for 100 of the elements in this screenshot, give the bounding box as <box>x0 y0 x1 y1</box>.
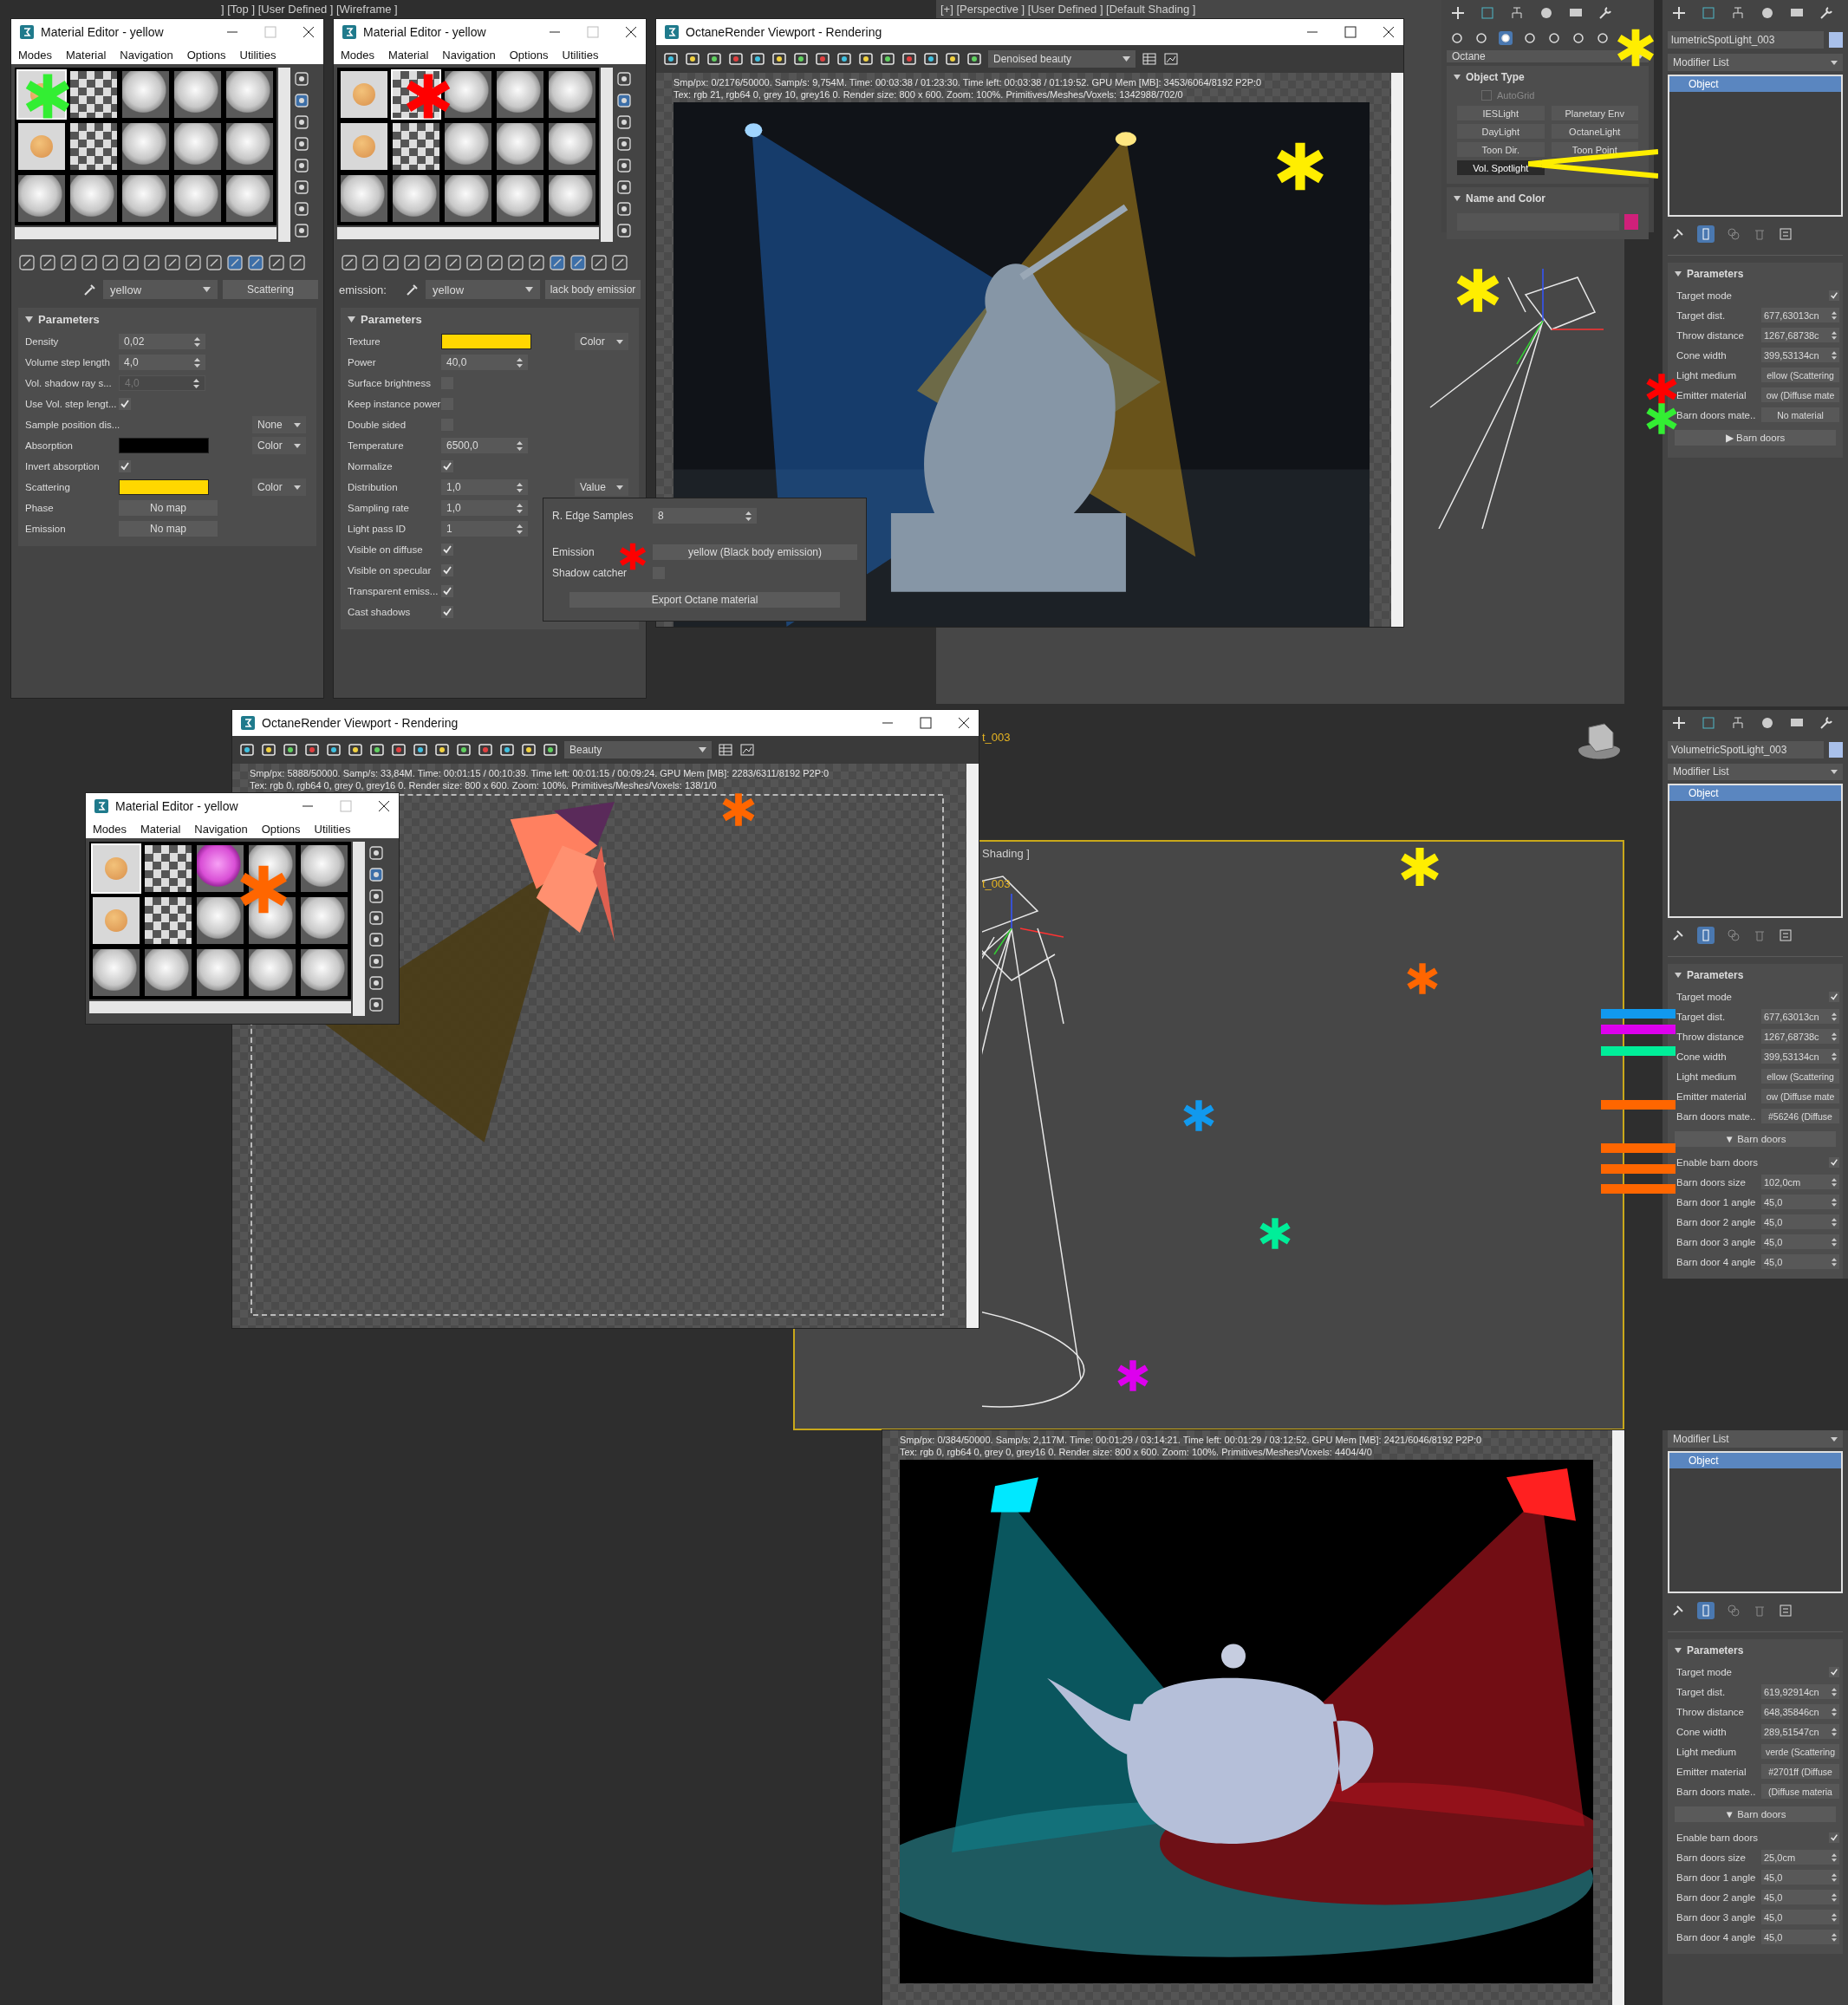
tool-icon[interactable] <box>543 742 558 758</box>
collapse-icon[interactable] <box>1675 973 1682 978</box>
checkbox[interactable] <box>1829 1156 1839 1168</box>
pin-icon[interactable] <box>1671 1604 1685 1618</box>
material-button[interactable]: (Diffuse materia <box>1761 1784 1839 1799</box>
tool-icon[interactable] <box>369 742 385 758</box>
tool-icon[interactable] <box>143 254 160 271</box>
tool-icon[interactable] <box>521 742 537 758</box>
tool-icon[interactable] <box>486 254 504 271</box>
material-slot[interactable] <box>224 121 275 172</box>
material-slot[interactable] <box>547 69 597 120</box>
material-button[interactable]: #56246 (Diffuse <box>1761 1109 1839 1123</box>
wrench-icon[interactable] <box>1819 5 1834 21</box>
tool-icon[interactable] <box>101 254 119 271</box>
circle-icon[interactable] <box>1760 715 1775 731</box>
stack-result-icon[interactable] <box>1697 1602 1715 1619</box>
hierarchy-icon[interactable] <box>1730 715 1746 731</box>
menu-item[interactable]: Modes <box>18 48 53 62</box>
tool-icon[interactable] <box>793 51 809 67</box>
spinner-field[interactable]: 677,63013cn <box>1761 308 1839 322</box>
maximize-icon[interactable] <box>1344 26 1357 38</box>
checkbox[interactable] <box>441 585 453 597</box>
scrollbar[interactable] <box>353 842 365 1016</box>
menu-item[interactable]: Material <box>140 822 181 836</box>
object-type-button[interactable]: Toon Dir. <box>1457 142 1545 157</box>
color-swatch[interactable] <box>1624 214 1638 230</box>
checkbox[interactable] <box>1481 90 1492 101</box>
material-slot[interactable] <box>120 173 171 224</box>
rollout-title[interactable]: Parameters <box>361 313 422 326</box>
modifier-list-dropdown[interactable]: Modifier List <box>1668 764 1843 780</box>
rollout-button[interactable]: ▶ Barn doors <box>1675 430 1836 446</box>
material-name-field[interactable]: yellow <box>426 280 540 299</box>
object-type-button[interactable]: DayLight <box>1457 124 1545 139</box>
spinner-field[interactable]: 45,0 <box>1761 1930 1839 1944</box>
viewport-label[interactable]: t_003 <box>982 731 1011 744</box>
color-swatch[interactable] <box>1829 32 1843 48</box>
tool-icon[interactable] <box>294 136 309 152</box>
spinner-field[interactable]: 45,0 <box>1761 1254 1839 1269</box>
spinner-field[interactable]: 45,0 <box>1761 1195 1839 1209</box>
export-button[interactable]: Export Octane material <box>569 592 840 608</box>
picture-icon[interactable] <box>1163 51 1179 67</box>
tool-icon[interactable] <box>368 867 384 882</box>
material-slot[interactable] <box>195 895 245 946</box>
collapse-icon[interactable] <box>1675 1648 1682 1653</box>
tool-icon[interactable] <box>616 93 632 108</box>
tool-icon[interactable] <box>478 742 493 758</box>
menu-item[interactable]: Options <box>261 822 301 836</box>
tool-icon[interactable] <box>880 51 895 67</box>
plus-icon[interactable] <box>1671 715 1687 731</box>
dropdown[interactable]: None <box>252 416 306 433</box>
tool-icon[interactable] <box>434 742 450 758</box>
collapse-icon[interactable] <box>1454 75 1461 80</box>
configure-icon[interactable] <box>1779 1604 1793 1618</box>
rollout-title[interactable]: Parameters <box>1687 969 1744 981</box>
tool-icon[interactable] <box>368 975 384 991</box>
tool-icon[interactable] <box>945 51 960 67</box>
tool-icon[interactable] <box>445 254 462 271</box>
tool-icon[interactable] <box>611 254 628 271</box>
spinner-field[interactable]: 25,0cm <box>1761 1850 1839 1865</box>
scrollbar[interactable] <box>337 227 599 239</box>
material-slot[interactable] <box>339 121 389 172</box>
material-button[interactable]: ellow (Scattering <box>1761 368 1839 382</box>
pin-icon[interactable] <box>1671 227 1685 241</box>
dropdown[interactable]: Color <box>252 437 306 454</box>
tool-icon[interactable] <box>750 51 765 67</box>
tool-icon[interactable] <box>205 254 223 271</box>
tool-icon[interactable] <box>923 51 939 67</box>
material-slot[interactable] <box>495 69 545 120</box>
material-type-button[interactable]: Scattering <box>223 280 318 299</box>
material-slot[interactable] <box>339 69 389 120</box>
checkbox[interactable] <box>441 460 453 472</box>
material-slot[interactable] <box>391 121 441 172</box>
material-slot[interactable] <box>16 173 67 224</box>
material-slot[interactable] <box>91 895 141 946</box>
wrench-icon[interactable] <box>1597 5 1613 21</box>
tool-icon[interactable] <box>294 179 309 195</box>
spinner-field[interactable]: 1 <box>441 521 528 537</box>
stack-item[interactable]: Object <box>1669 76 1841 92</box>
material-slot[interactable] <box>91 947 141 998</box>
viewport-label[interactable]: [+] [Perspective ] [User Defined ] [Default Shading ] <box>940 3 1196 16</box>
checkbox[interactable] <box>1829 290 1839 301</box>
checkbox[interactable] <box>1829 991 1839 1002</box>
tool-icon[interactable] <box>424 254 441 271</box>
circle-icon[interactable] <box>1760 5 1775 21</box>
tool-icon[interactable] <box>901 51 917 67</box>
material-button[interactable]: verde (Scattering <box>1761 1744 1839 1759</box>
collapse-icon[interactable] <box>1675 271 1682 277</box>
object-type-button[interactable]: Planetary Env <box>1551 106 1638 120</box>
material-button[interactable]: #2701ff (Diffuse <box>1761 1764 1839 1779</box>
spinner-field[interactable]: 619,92914cn <box>1761 1684 1839 1699</box>
plus-icon[interactable] <box>1671 5 1687 21</box>
spinner-field[interactable]: 45,0 <box>1761 1910 1839 1924</box>
material-slot[interactable] <box>224 69 275 120</box>
tool-icon[interactable] <box>289 254 306 271</box>
material-button[interactable]: ow (Diffuse mate <box>1761 1089 1839 1103</box>
tool-icon[interactable] <box>771 51 787 67</box>
rollout-title[interactable]: Parameters <box>1687 1644 1744 1657</box>
viewport-label[interactable]: ] [Top ] [User Defined ] [Wireframe ] <box>221 3 398 16</box>
tool-icon[interactable] <box>294 223 309 238</box>
spinner-field[interactable]: 45,0 <box>1761 1870 1839 1885</box>
